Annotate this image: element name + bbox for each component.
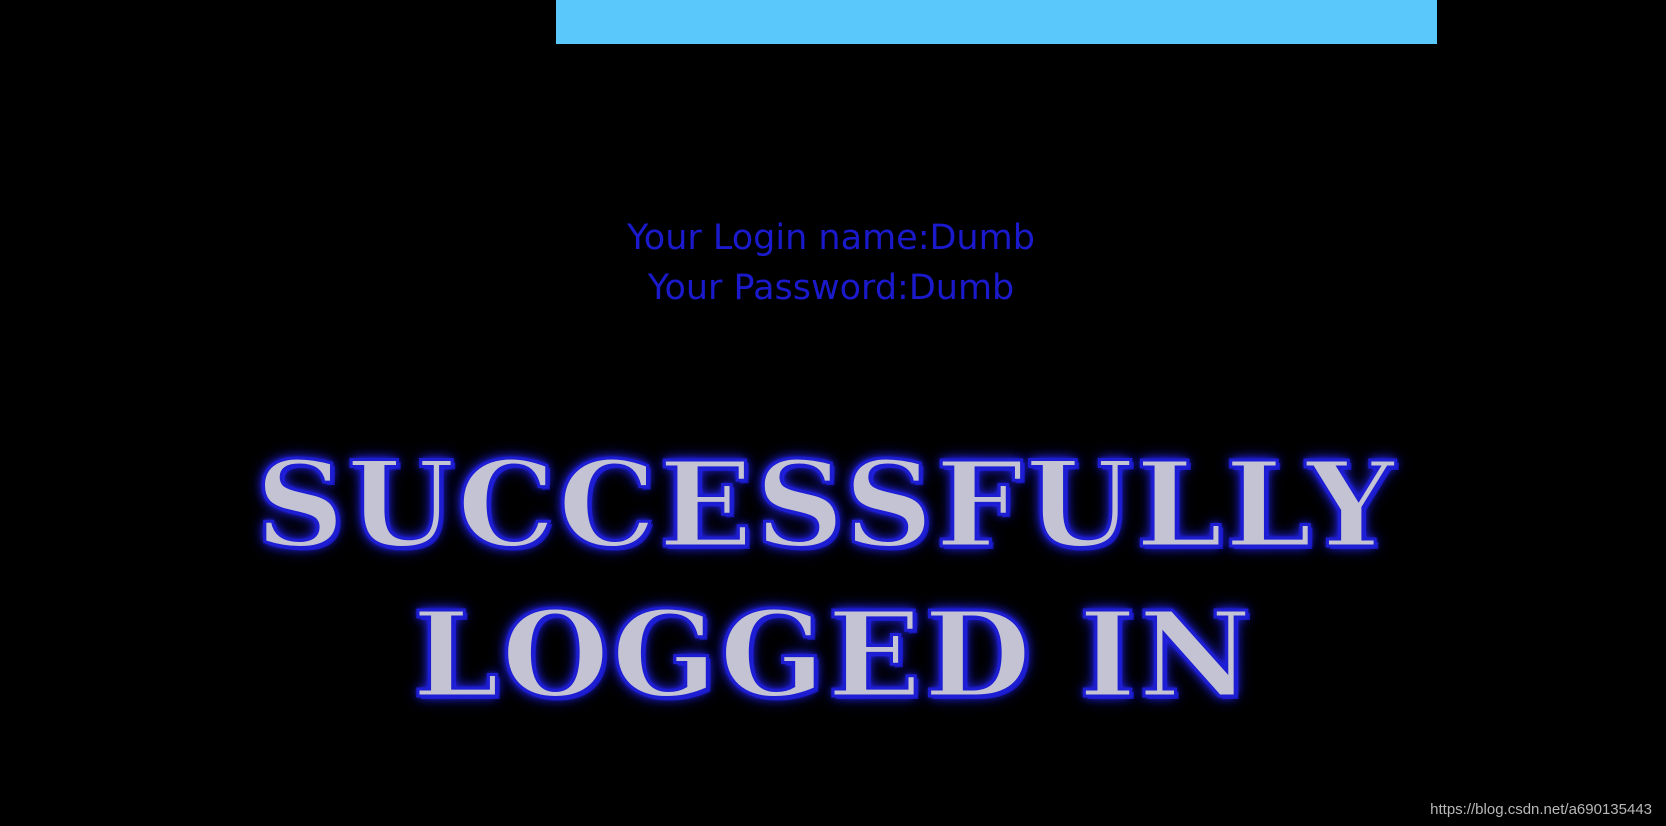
banner-line-logged-in: LOGGED IN	[411, 584, 1254, 726]
login-name-text: Your Login name:Dumb	[627, 218, 1035, 258]
success-banner: SUCCESSFULLY LOGGED IN	[0, 430, 1666, 730]
top-banner-bar	[556, 0, 1437, 44]
banner-line-successfully: SUCCESSFULLY	[254, 434, 1397, 576]
watermark-url: https://blog.csdn.net/a690135443	[1430, 801, 1652, 818]
login-info: Your Login name:Dumb Your Password:Dumb	[0, 213, 1666, 313]
password-text: Your Password:Dumb	[647, 268, 1015, 308]
page: Your Login name:Dumb Your Password:Dumb …	[0, 0, 1666, 826]
